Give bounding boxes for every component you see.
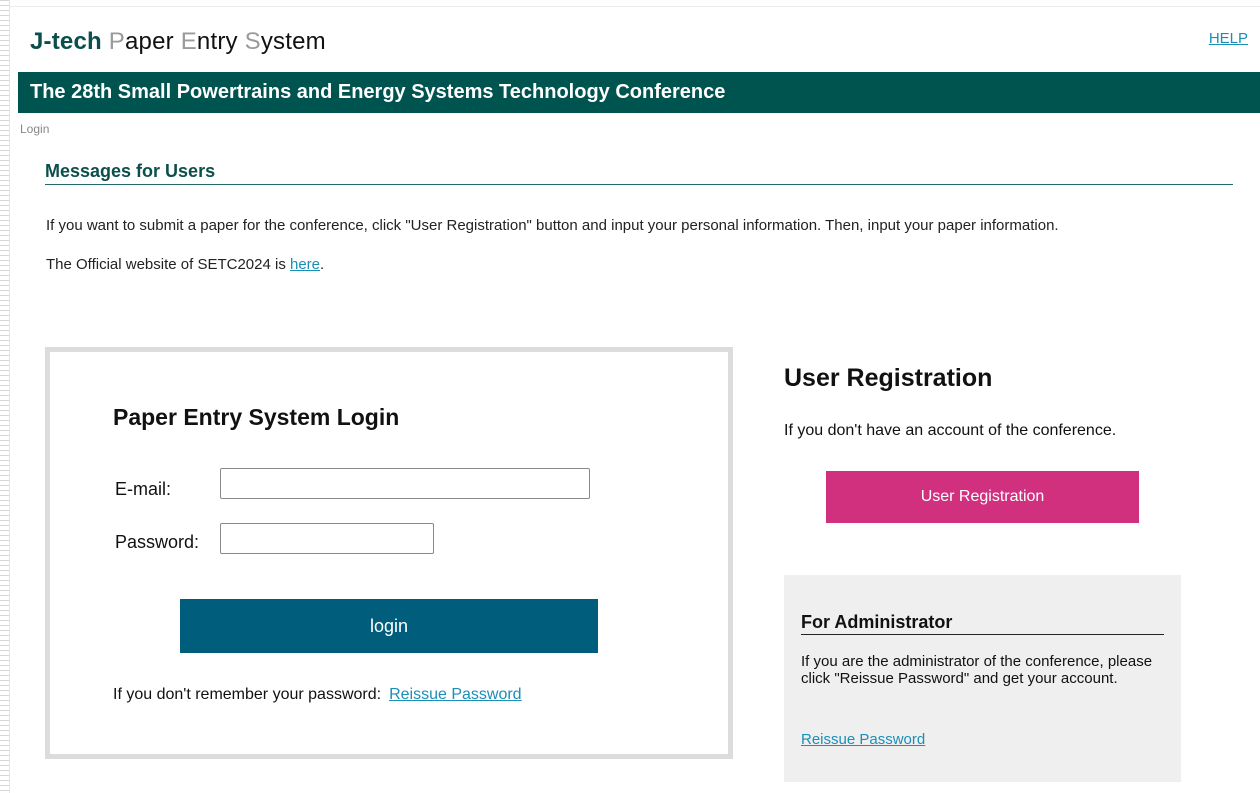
administrator-title: For Administrator xyxy=(801,612,1164,635)
email-input[interactable] xyxy=(220,468,590,499)
forgot-password-text: If you don't remember your password: xyxy=(113,686,382,703)
email-label: E-mail: xyxy=(115,479,172,499)
password-label: Password: xyxy=(115,532,200,552)
user-registration-title: User Registration xyxy=(784,364,993,392)
login-button[interactable]: login xyxy=(180,599,598,653)
administrator-text: If you are the administrator of the conf… xyxy=(801,653,1153,687)
password-input[interactable] xyxy=(220,523,434,554)
conference-title-bar: The 28th Small Powertrains and Energy Sy… xyxy=(18,72,1260,113)
login-panel: Paper Entry System Login E-mail: Passwor… xyxy=(45,347,733,759)
official-website-link[interactable]: here xyxy=(290,256,320,273)
logo-word-entry: Entry xyxy=(180,28,245,55)
reissue-password-link[interactable]: Reissue Password xyxy=(389,686,522,703)
logo-word-paper: Paper xyxy=(108,28,181,55)
forgot-password-row: If you don't remember your password: Reis… xyxy=(113,686,522,704)
app-logo: J-tech Paper Entry System xyxy=(30,28,326,56)
left-edge-rule xyxy=(0,0,10,793)
messages-line-1: If you want to submit a paper for the co… xyxy=(46,217,1059,234)
help-link[interactable]: HELP xyxy=(1209,30,1248,47)
top-divider xyxy=(10,6,1260,7)
logo-word-system: System xyxy=(244,28,326,55)
messages-title: Messages for Users xyxy=(45,161,1233,185)
logo-brand: J-tech xyxy=(30,28,102,55)
user-registration-text: If you don't have an account of the conf… xyxy=(784,422,1117,439)
user-registration-button[interactable]: User Registration xyxy=(826,471,1139,523)
login-title: Paper Entry System Login xyxy=(113,404,400,430)
messages-line-2: The Official website of SETC2024 is here… xyxy=(46,256,325,273)
administrator-panel: For Administrator If you are the adminis… xyxy=(784,575,1181,782)
admin-reissue-password-link[interactable]: Reissue Password xyxy=(801,731,925,748)
breadcrumb: Login xyxy=(20,122,50,136)
